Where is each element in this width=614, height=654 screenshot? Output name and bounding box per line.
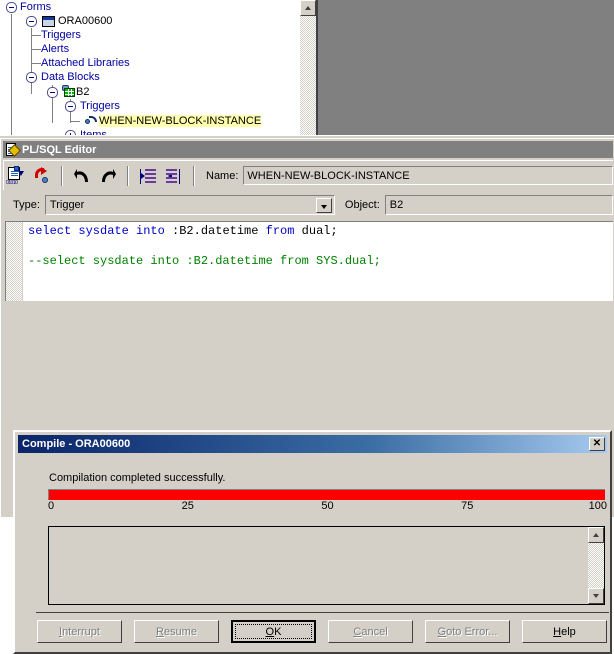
- compile-progress-fill: [49, 490, 605, 500]
- resume-button: Resume: [133, 620, 219, 643]
- plsql-editor-titlebar[interactable]: PL/SQL Editor: [3, 141, 613, 158]
- tree-node-label: Forms: [20, 1, 52, 13]
- scroll-up-arrow-icon[interactable]: [300, 0, 316, 16]
- navigator-tree[interactable]: Forms ORA00600 Triggers Alerts Attached …: [0, 0, 297, 140]
- code-token: dual;: [301, 224, 338, 238]
- compile-message-scrollbar[interactable]: [588, 527, 604, 604]
- scroll-down-arrow-icon[interactable]: [588, 588, 604, 604]
- cancel-button: Cancel: [328, 620, 414, 643]
- name-label: Name:: [206, 169, 239, 182]
- navigator-scrollbar[interactable]: [299, 0, 316, 140]
- tree-node-label: B2: [76, 86, 90, 98]
- compile-progress-bar: [48, 489, 605, 500]
- code-text[interactable]: select sysdate into :B2.datetime from du…: [28, 224, 381, 269]
- compile-message-list[interactable]: [48, 526, 605, 605]
- mdi-client-background: [316, 0, 614, 139]
- code-token: :B2.datetime: [172, 224, 266, 238]
- compile-icon[interactable]: 01010: [5, 165, 28, 187]
- code-line: select sysdate into :B2.datetime from du…: [28, 224, 381, 239]
- form-icon: [42, 16, 55, 27]
- tree-node-block-triggers[interactable]: Triggers: [0, 99, 120, 114]
- block-icon: [62, 85, 76, 97]
- progress-tick-label: 50: [321, 500, 334, 512]
- button-label: Interrupt: [59, 625, 100, 638]
- tree-node-label: ORA00600: [58, 15, 113, 27]
- plsql-editor-window: PL/SQL Editor 01010 Name: WHEN-NEW-BLOCK…: [0, 138, 614, 654]
- expander-icon[interactable]: [26, 16, 37, 27]
- scroll-up-arrow-icon[interactable]: [588, 527, 604, 543]
- tree-node-data-blocks[interactable]: Data Blocks: [0, 70, 100, 85]
- undo-arrow-icon[interactable]: [71, 165, 94, 187]
- code-line: --select sysdate into :B2.datetime from …: [28, 254, 381, 269]
- expander-icon[interactable]: [65, 101, 76, 112]
- plsql-editor-title: PL/SQL Editor: [22, 143, 97, 156]
- toolbar-separator: [193, 165, 195, 186]
- expander-icon[interactable]: [6, 2, 17, 13]
- tree-node-label: Data Blocks: [41, 71, 100, 83]
- compile-icon-digits: 01010: [6, 179, 18, 186]
- tree-node-ora00600[interactable]: ORA00600: [0, 14, 112, 29]
- tree-node-forms[interactable]: Forms: [0, 0, 51, 15]
- toolbar-separator: [61, 165, 63, 186]
- progress-tick-label: 75: [461, 500, 474, 512]
- button-label: Cancel: [353, 625, 388, 638]
- button-label: Goto Error...: [437, 625, 498, 638]
- compile-dialog-buttons: Interrupt Resume OK Cancel Goto Error... Help: [37, 620, 607, 644]
- compile-status-text: Compilation completed successfully.: [49, 472, 226, 484]
- type-dropdown[interactable]: Trigger: [44, 194, 335, 215]
- tree-node-label: WHEN-NEW-BLOCK-INSTANCE: [99, 115, 262, 127]
- code-gutter: [6, 222, 23, 301]
- progress-tick-label: 25: [181, 500, 194, 512]
- tree-node-b2[interactable]: B2: [0, 85, 89, 100]
- goto-error-button: Goto Error...: [425, 620, 510, 643]
- help-button[interactable]: Help: [522, 620, 607, 643]
- tree-node-alerts[interactable]: Alerts: [0, 42, 69, 57]
- compile-dialog-titlebar[interactable]: Compile - ORA00600 ✕: [18, 435, 607, 453]
- expander-icon[interactable]: [26, 72, 37, 83]
- tree-node-triggers[interactable]: Triggers: [0, 28, 81, 43]
- plsql-editor-toolbar: 01010 Name: WHEN-NEW-BLOCK-INSTANCE: [3, 160, 613, 190]
- tree-node-label: Alerts: [41, 43, 70, 55]
- tree-node-label: Triggers: [80, 100, 120, 112]
- tree-node-attached-libraries[interactable]: Attached Libraries: [0, 56, 130, 71]
- expander-icon[interactable]: [47, 87, 58, 98]
- chevron-down-icon[interactable]: [315, 197, 332, 213]
- button-label: Help: [553, 625, 576, 638]
- type-dropdown-value: Trigger: [49, 198, 85, 211]
- code-token: select sysdate into: [28, 224, 173, 238]
- plsql-editor-icon: [5, 142, 21, 157]
- toolbar-separator: [127, 165, 129, 186]
- object-input[interactable]: B2: [384, 194, 613, 215]
- trigger-icon: [85, 116, 98, 126]
- tree-node-label: Attached Libraries: [41, 57, 130, 69]
- progress-tick-label: 0: [48, 500, 55, 512]
- compile-progress-ticks: 0 25 50 75 100: [48, 500, 607, 514]
- button-label: Resume: [155, 625, 197, 638]
- code-token: --select sysdate into :B2.datetime from …: [28, 254, 381, 268]
- progress-tick-label: 100: [588, 500, 607, 512]
- dialog-divider: [36, 612, 609, 613]
- revert-icon[interactable]: [30, 165, 53, 187]
- indent-left-icon[interactable]: [162, 165, 185, 187]
- plsql-editor-type-row: Type: Trigger Object: B2: [3, 190, 613, 219]
- tree-node-label: Triggers: [41, 29, 81, 41]
- indent-right-icon[interactable]: [137, 165, 160, 187]
- type-label: Type:: [13, 198, 40, 211]
- focus-ring: [234, 624, 313, 639]
- code-token: from: [265, 224, 302, 238]
- redo-arrow-icon[interactable]: [96, 165, 119, 187]
- tree-node-when-new-block-instance[interactable]: WHEN-NEW-BLOCK-INSTANCE: [0, 114, 262, 129]
- compile-dialog: Compile - ORA00600 ✕ Compilation complet…: [13, 430, 612, 654]
- ok-button[interactable]: OK: [230, 620, 317, 643]
- object-label: Object:: [344, 198, 380, 211]
- trigger-name-input[interactable]: WHEN-NEW-BLOCK-INSTANCE: [243, 166, 613, 185]
- interrupt-button: Interrupt: [37, 620, 122, 643]
- compile-dialog-title: Compile - ORA00600: [22, 438, 131, 450]
- plsql-code-editor[interactable]: select sysdate into :B2.datetime from du…: [5, 221, 613, 301]
- close-icon[interactable]: ✕: [589, 437, 605, 451]
- object-navigator-window: Forms ORA00600 Triggers Alerts Attached …: [0, 0, 614, 141]
